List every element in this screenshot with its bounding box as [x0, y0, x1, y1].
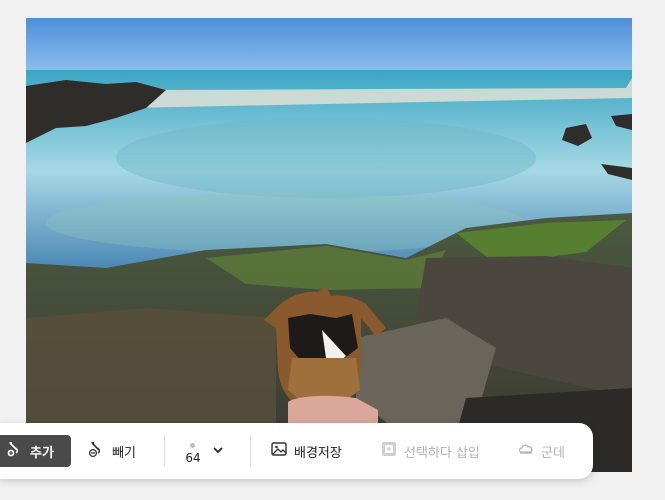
- brush-dot-icon: [190, 443, 195, 448]
- add-label: 추가: [30, 445, 54, 461]
- select-insert-button[interactable]: 선택하다 삽입: [380, 435, 480, 467]
- edit-toolbar: 추가 빼기 64 배경저장 선택하다 삽입 군데: [0, 423, 593, 479]
- brush-size-control[interactable]: 64: [180, 437, 210, 467]
- save-background-label: 배경저장: [294, 445, 342, 461]
- brush-size-value: 64: [185, 451, 201, 465]
- select-insert-label: 선택하다 삽입: [404, 445, 480, 461]
- undo-cloud-icon: [517, 440, 535, 462]
- editor-canvas: 추가 빼기 64 배경저장 선택하다 삽입 군데: [0, 0, 665, 500]
- group-label: 군데: [541, 445, 565, 461]
- add-button[interactable]: 추가: [0, 435, 71, 467]
- image-icon: [270, 440, 288, 462]
- divider: [250, 435, 251, 467]
- chevron-down-icon[interactable]: [212, 441, 224, 460]
- select-insert-icon: [380, 440, 398, 462]
- subtract-label: 빼기: [112, 445, 136, 461]
- divider: [164, 435, 165, 467]
- group-button[interactable]: 군데: [517, 435, 565, 467]
- photo-image: [26, 18, 632, 472]
- brush-plus-icon: [6, 440, 24, 462]
- save-background-button[interactable]: 배경저장: [270, 435, 342, 467]
- brush-minus-icon: [88, 440, 106, 462]
- beach-dog-photo[interactable]: [26, 18, 632, 472]
- subtract-button[interactable]: 빼기: [88, 435, 136, 467]
